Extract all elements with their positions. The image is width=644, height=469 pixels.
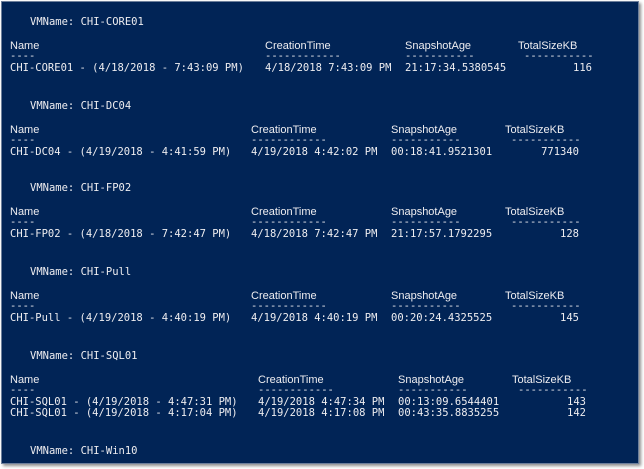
vmname-value: CHI-DC04 [80, 100, 132, 112]
vmname-value: CHI-SQL01 [80, 350, 138, 362]
snapshot-creationtime: 4/19/2018 4:40:19 PM [251, 312, 378, 324]
snapshot-creationtime: 4/19/2018 4:42:02 PM [251, 146, 378, 158]
vmname-value: CHI-CORE01 [80, 16, 144, 28]
vmname-label: VMName: [30, 182, 75, 194]
snapshot-creationtime: 4/18/2018 7:42:47 PM [251, 228, 378, 240]
console-output: VMName: CHI-CORE01 Name CreationTime Snapsh… [2, 2, 638, 463]
powershell-console-window: VMName: CHI-CORE01 Name CreationTime Snapsh… [1, 1, 639, 464]
snapshot-name: CHI-FP02 - (4/18/2018 - 7:42:47 PM) [10, 228, 232, 240]
snapshot-totalsizekb: 771340 [541, 146, 579, 158]
snapshot-totalsizekb: 128 [560, 228, 579, 240]
snapshot-name: CHI-DC04 - (4/19/2018 - 4:41:59 PM) [10, 146, 232, 158]
vmname-value: CHI-Win10 [80, 445, 138, 457]
vmname-label: VMName: [30, 445, 75, 457]
vmname-label: VMName: [30, 100, 75, 112]
vmname-group-title: VMName: CHI-FP02 [30, 182, 131, 195]
snapshot-age: 00:18:41.9521301 [391, 146, 493, 158]
vmname-value: CHI-FP02 [80, 182, 132, 194]
vmname-label: VMName: [30, 266, 75, 278]
vmname-label: VMName: [30, 350, 75, 362]
snapshot-age: 21:17:57.1792295 [391, 228, 493, 240]
snapshot-age: 21:17:34.5380545 [405, 62, 507, 74]
snapshot-name: CHI-Pull - (4/19/2018 - 4:40:19 PM) [10, 312, 232, 324]
snapshot-name: CHI-CORE01 - (4/18/2018 - 7:43:09 PM) [10, 62, 244, 74]
snapshot-totalsizekb: 145 [560, 312, 579, 324]
snapshot-creationtime: 4/18/2018 7:43:09 PM [265, 62, 392, 74]
vmname-group-title: VMName: CHI-Win10 [30, 445, 138, 458]
vmname-group-title: VMName: CHI-SQL01 [30, 350, 138, 363]
vmname-group-title: VMName: CHI-Pull [30, 266, 131, 279]
vmname-label: VMName: [30, 16, 75, 28]
snapshot-age: 00:20:24.4325525 [391, 312, 493, 324]
snapshot-age: 00:43:35.8835255 [398, 407, 500, 419]
vmname-value: CHI-Pull [80, 266, 132, 278]
vmname-group-title: VMName: CHI-DC04 [30, 100, 131, 113]
snapshot-name: CHI-SQL01 - (4/19/2018 - 4:17:04 PM) [10, 407, 238, 419]
snapshot-totalsizekb: 142 [567, 407, 586, 419]
snapshot-creationtime: 4/19/2018 4:17:08 PM [258, 407, 385, 419]
snapshot-totalsizekb: 116 [573, 62, 592, 74]
vmname-group-title: VMName: CHI-CORE01 [30, 16, 144, 29]
